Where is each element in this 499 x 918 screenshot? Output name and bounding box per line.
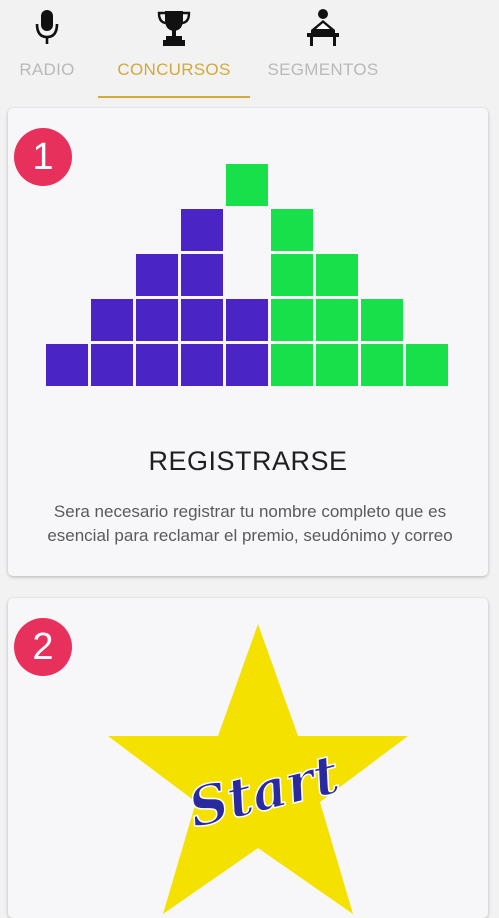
tab-concursos-label: CONCURSOS xyxy=(117,60,231,79)
tab-radio-label: RADIO xyxy=(19,60,75,79)
contest-step-card-2[interactable]: 2 Start xyxy=(8,598,488,918)
card-description: Sera necesario registrar tu nombre compl… xyxy=(47,502,453,545)
contest-step-card-1[interactable]: 1 REGISTRARSE Sera necesario registrar t… xyxy=(8,108,488,576)
tab-radio[interactable]: RADIO xyxy=(0,0,94,98)
active-tab-indicator xyxy=(98,96,250,98)
top-tab-bar: RADIO CONCURSOS SEGMENTOS xyxy=(0,0,499,98)
card-title: REGISTRARSE xyxy=(148,446,348,476)
trophy-icon xyxy=(156,8,192,53)
tab-segmentos[interactable]: SEGMENTOS xyxy=(258,0,388,98)
star-start-illustration: Start xyxy=(8,598,488,918)
tab-concursos[interactable]: CONCURSOS xyxy=(98,0,250,98)
tab-segmentos-label: SEGMENTOS xyxy=(267,60,379,79)
pyramid-blocks-illustration xyxy=(8,108,488,413)
microphone-icon xyxy=(34,8,60,51)
person-at-desk-icon xyxy=(303,8,343,53)
